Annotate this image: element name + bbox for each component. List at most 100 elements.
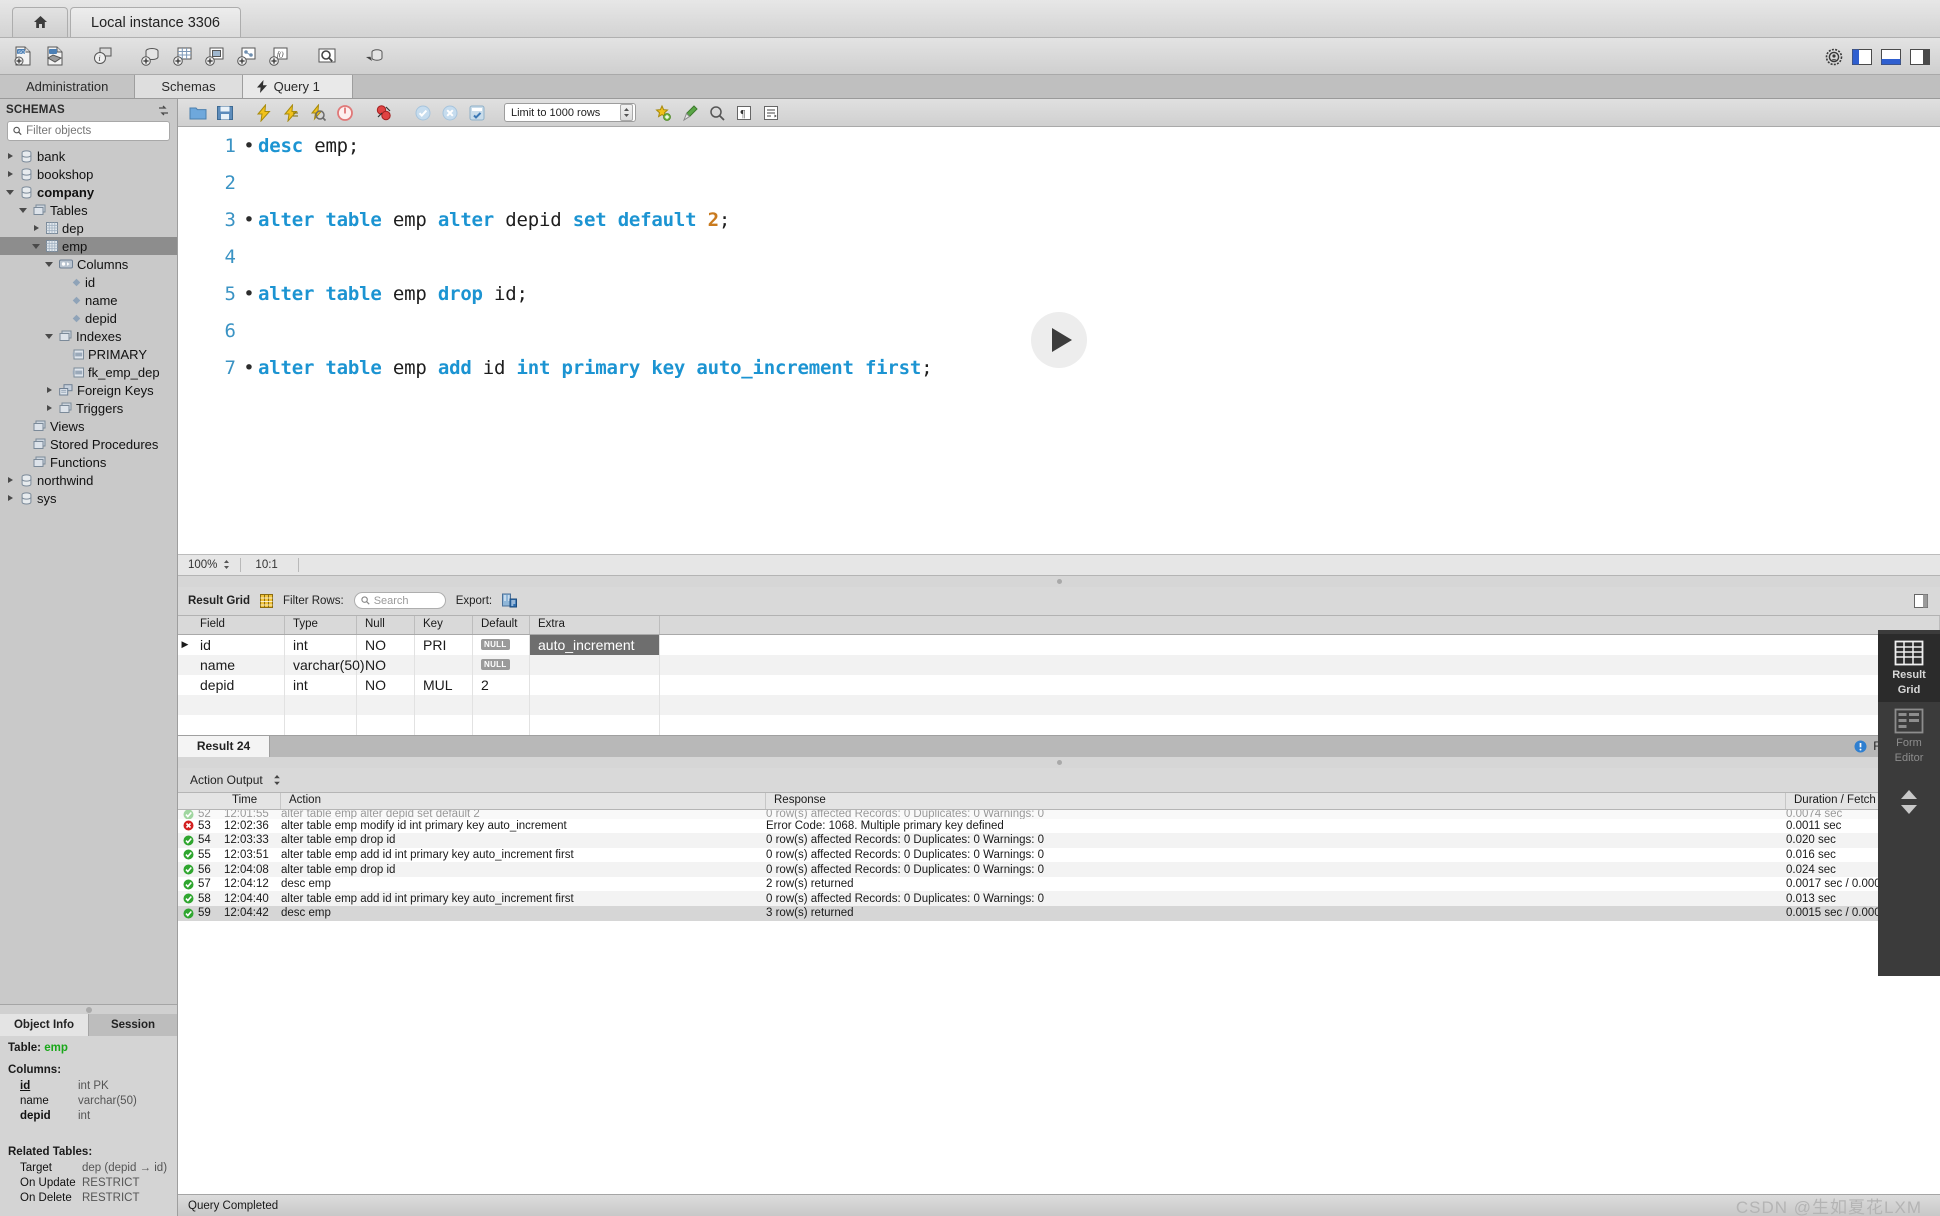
table-row[interactable]: name varchar(50) NO NULL [178,654,1940,675]
tree-item-company[interactable]: company [0,183,177,201]
action-output-row[interactable]: 59 12:04:42 desc emp 3 row(s) returned 0.001… [178,906,1940,921]
autocommit-icon[interactable] [465,101,489,125]
stop-icon[interactable] [333,101,357,125]
editor-line[interactable]: 4 [178,238,1940,275]
tree-item-emp[interactable]: emp [0,237,177,255]
new-function-icon[interactable]: f() [264,41,294,71]
toggle-breakpoint-icon[interactable] [372,101,396,125]
tree-item-indexes[interactable]: Indexes [0,327,177,345]
chevron-down-icon[interactable] [43,261,55,267]
chevron-down-icon[interactable] [17,207,29,213]
grid-icon[interactable] [259,593,273,608]
chevron-updown-icon[interactable] [273,774,281,786]
execute-icon[interactable] [252,101,276,125]
tree-item-columns[interactable]: Columns [0,255,177,273]
cell-default[interactable]: NULL [473,634,530,655]
tree-item-depid[interactable]: depid [0,309,177,327]
tree-item-triggers[interactable]: Triggers [0,399,177,417]
sql-editor[interactable]: 1 • desc emp; 2 3 • alter table emp alter depi… [178,127,1940,554]
output-splitter[interactable] [178,756,1940,768]
grid-col-key[interactable]: Key [415,615,473,634]
cell-extra[interactable] [530,674,660,695]
reconnect-icon[interactable] [360,41,390,71]
editor-zoom-control[interactable]: 100% [188,559,240,571]
cell-key[interactable]: MUL [415,674,473,695]
cell-null[interactable]: NO [357,634,415,655]
tree-item-bookshop[interactable]: bookshop [0,165,177,183]
schema-tree[interactable]: bank bookshop company Tables dep emp Columns id… [0,147,177,1004]
cell-extra[interactable]: auto_increment [530,634,660,655]
action-output-row[interactable]: 55 12:03:51 alter table emp add id int pri… [178,848,1940,863]
tree-item-views[interactable]: Views [0,417,177,435]
editor-line[interactable]: 1 • desc emp; [178,127,1940,164]
editor-line[interactable]: 3 • alter table emp alter depid set defaul… [178,201,1940,238]
clear-icon[interactable] [678,101,702,125]
tab-schemas[interactable]: Schemas [135,75,243,98]
tree-item-northwind[interactable]: northwind [0,471,177,489]
export-icon[interactable] [502,593,518,608]
tree-item-dep[interactable]: dep [0,219,177,237]
refresh-icon[interactable] [158,105,169,116]
result-tab-24[interactable]: Result 24 [178,735,270,757]
action-output-rows[interactable]: 52 12:01:55 alter table emp alter depid se… [178,809,1940,1195]
search-objects-icon[interactable] [312,41,342,71]
statement-bullet-icon[interactable]: • [240,135,258,157]
new-table-icon[interactable] [168,41,198,71]
chevron-down-icon[interactable] [30,243,42,249]
execute-current-statement-icon[interactable] [279,101,303,125]
new-routine-icon[interactable] [232,41,262,71]
filter-objects-input[interactable] [26,125,164,137]
action-output-row[interactable]: 58 12:04:40 alter table emp add id int pri… [178,891,1940,907]
statement-bullet-icon[interactable]: • [240,283,258,305]
action-output-row[interactable]: 57 12:04:12 desc emp 2 row(s) returned 0.001… [178,877,1940,892]
action-output-row[interactable]: 52 12:01:55 alter table emp alter depid se… [178,809,1940,819]
explain-icon[interactable] [306,101,330,125]
result-grid-body[interactable]: ▶ id int NO PRI NULL auto_increment name varchar… [178,634,1940,735]
tree-item-fk-emp-dep[interactable]: fk_emp_dep [0,363,177,381]
statement-bullet-icon[interactable]: • [240,209,258,231]
cell-extra[interactable] [530,654,660,675]
new-sql-file-icon[interactable]: SQL [8,41,38,71]
grid-col-type[interactable]: Type [285,615,357,634]
chevron-right-icon[interactable] [43,387,55,393]
beautify-icon[interactable] [651,101,675,125]
row-limit-select[interactable]: Limit to 1000 rows [504,103,636,122]
chevron-right-icon[interactable] [4,477,16,483]
table-row[interactable]: depid int NO MUL 2 [178,674,1940,695]
table-row[interactable]: ▶ id int NO PRI NULL auto_increment [178,634,1940,655]
cell-key[interactable] [415,654,473,675]
find-icon[interactable] [705,101,729,125]
toggle-right-panel-icon[interactable] [1910,48,1930,65]
tab-object-info[interactable]: Object Info [0,1014,89,1036]
rail-item-form-editor[interactable]: Form Editor [1878,702,1940,770]
tree-item-id[interactable]: id [0,273,177,291]
tree-item-stored-procedures[interactable]: Stored Procedures [0,435,177,453]
cell-key[interactable]: PRI [415,634,473,655]
action-output-row[interactable]: 53 12:02:36 alter table emp modify id int … [178,819,1940,834]
invisible-chars-icon[interactable]: ¶ [732,101,756,125]
chevron-right-icon[interactable] [4,153,16,159]
action-output-row[interactable]: 56 12:04:08 alter table emp drop id 0 row(s… [178,862,1940,877]
action-output-row[interactable]: 54 12:03:33 alter table emp drop id 0 row(s… [178,833,1940,848]
maximize-icon[interactable] [1914,593,1928,608]
rail-item-result-grid[interactable]: Result Grid [1878,634,1940,702]
chevron-down-icon[interactable] [4,189,16,195]
instance-tab[interactable]: Local instance 3306 [70,7,241,37]
play-button-icon[interactable] [1031,312,1087,369]
grid-col-null[interactable]: Null [357,615,415,634]
chevron-right-icon[interactable] [4,171,16,177]
results-splitter[interactable] [178,575,1940,587]
save-icon[interactable] [213,101,237,125]
tree-item-foreign-keys[interactable]: Foreign Keys [0,381,177,399]
cell-type[interactable]: int [285,634,357,655]
grid-col-default[interactable]: Default [473,615,530,634]
cell-default[interactable]: NULL [473,654,530,675]
tree-item-functions[interactable]: Functions [0,453,177,471]
chevron-down-icon[interactable] [43,333,55,339]
tree-item-sys[interactable]: sys [0,489,177,507]
statement-bullet-icon[interactable]: • [240,357,258,379]
result-grid[interactable]: Field Type Null Key Default Extra ▶ id int NO PRI… [178,614,1940,735]
grid-col-extra[interactable]: Extra [530,615,660,634]
wrap-lines-icon[interactable] [759,101,783,125]
cell-field[interactable]: id [192,634,285,655]
